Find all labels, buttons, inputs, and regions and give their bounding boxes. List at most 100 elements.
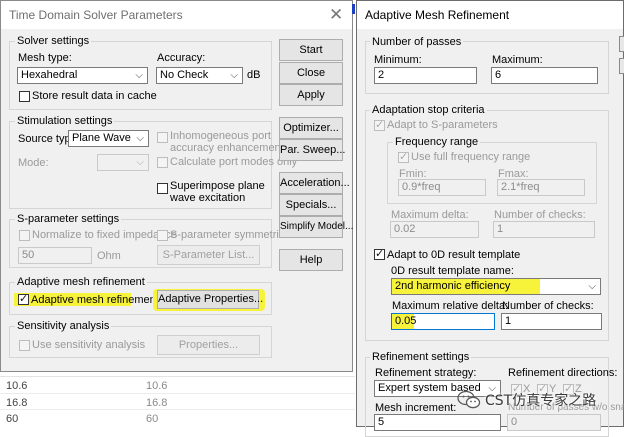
- max-passes-label: Maximum:: [492, 54, 543, 66]
- title-bar: Time Domain Solver Parameters ✕: [1, 1, 352, 29]
- dialog-title: Adaptive Mesh Refinement: [365, 8, 510, 22]
- directions-label: Refinement directions:: [508, 367, 618, 379]
- solver-settings-legend: Solver settings: [15, 35, 92, 47]
- table-divider: [0, 409, 355, 410]
- impedance-field[interactable]: 50: [18, 247, 92, 264]
- sparam-list-button[interactable]: S-Parameter List...: [157, 245, 260, 265]
- fmax-value: 2.1*freq: [501, 181, 540, 193]
- adaptive-properties-button[interactable]: Adaptive Properties...: [157, 290, 263, 309]
- store-result-label: Store result data in cache: [32, 90, 157, 102]
- inhomogeneous-port-label-line1: Inhomogeneous port: [170, 130, 271, 142]
- wechat-icon: [457, 390, 481, 409]
- source-type-value: Plane Wave: [72, 132, 131, 144]
- max-delta-field[interactable]: 0.02: [390, 221, 479, 238]
- normalize-impedance-checkbox[interactable]: [19, 230, 30, 241]
- snap-passes-field[interactable]: 0: [507, 414, 601, 431]
- inhomogeneous-port-label-line2: accuracy enhancement: [170, 142, 284, 154]
- superimpose-label: Superimpose plane wave excitation: [170, 180, 265, 204]
- num-checks-label: Number of checks:: [502, 300, 594, 312]
- max-delta-value: 0.02: [394, 223, 416, 235]
- db-unit-label: dB: [247, 69, 261, 81]
- increment-field[interactable]: 5: [374, 414, 501, 431]
- offscreen-button-edge[interactable]: [619, 58, 624, 74]
- superimpose-label-line2: wave excitation: [170, 192, 246, 204]
- title-bar: Adaptive Mesh Refinement: [357, 1, 623, 29]
- mesh-type-value: Hexahedral: [21, 69, 78, 81]
- apply-button[interactable]: Apply: [279, 84, 343, 106]
- help-button[interactable]: Help: [279, 249, 343, 271]
- strategy-label: Refinement strategy:: [375, 367, 477, 379]
- chevron-down-icon: ⌵: [230, 70, 238, 81]
- mode-select[interactable]: ⌵: [97, 154, 149, 171]
- simplify-model-button[interactable]: Simplify Model...: [279, 216, 353, 238]
- sensitivity-checkbox[interactable]: [19, 340, 30, 351]
- snap-passes-value: 0: [511, 416, 518, 428]
- mesh-type-label: Mesh type:: [18, 52, 72, 64]
- time-domain-solver-dialog: Time Domain Solver Parameters ✕ Solver s…: [0, 0, 353, 372]
- num-checks-disabled-field[interactable]: 1: [493, 221, 595, 238]
- min-passes-value: 2: [378, 69, 385, 81]
- increment-value: 5: [378, 416, 385, 428]
- adapt-0d-checkbox[interactable]: [374, 247, 385, 260]
- increment-label: Mesh increment:: [375, 402, 457, 414]
- optimizer-button[interactable]: Optimizer...: [279, 117, 343, 139]
- max-passes-field[interactable]: 6: [491, 67, 598, 84]
- fmin-value: 0.9*freq: [402, 181, 441, 193]
- sparam-settings-legend: S-parameter settings: [15, 213, 122, 225]
- close-button[interactable]: Close: [279, 62, 343, 84]
- num-checks-field[interactable]: 1: [501, 313, 602, 330]
- chevron-down-icon: ⌵: [136, 133, 144, 144]
- template-name-label: 0D result template name:: [391, 265, 514, 277]
- watermark: CST仿真专家之路: [457, 388, 622, 412]
- mesh-type-select[interactable]: Hexahedral ⌵: [17, 67, 148, 84]
- sparam-symmetries-checkbox[interactable]: [157, 230, 168, 241]
- adapt-sparams-label: Adapt to S-parameters: [387, 119, 498, 131]
- superimpose-checkbox[interactable]: [157, 183, 168, 194]
- full-range-label: Use full frequency range: [411, 151, 531, 163]
- table-cell: 16.8: [146, 397, 168, 409]
- superimpose-label-line1: Superimpose plane: [170, 180, 265, 192]
- num-checks-disabled-label: Number of checks:: [494, 209, 586, 221]
- source-type-select[interactable]: Plane Wave ⌵: [68, 130, 149, 147]
- table-cell: 16.8: [6, 397, 28, 409]
- inhomogeneous-port-checkbox[interactable]: [157, 132, 168, 143]
- sensitivity-properties-button[interactable]: Properties...: [157, 335, 260, 355]
- max-passes-value: 6: [495, 69, 502, 81]
- calc-port-modes-checkbox[interactable]: [157, 157, 168, 168]
- table-cell: 10.6: [146, 380, 168, 392]
- chevron-down-icon: ⌵: [136, 157, 144, 168]
- num-checks-disabled-value: 1: [497, 223, 504, 235]
- close-icon[interactable]: ✕: [329, 5, 343, 25]
- accuracy-label: Accuracy:: [157, 52, 206, 64]
- passes-legend: Number of passes: [370, 36, 464, 48]
- dialog-title: Time Domain Solver Parameters: [9, 8, 183, 22]
- num-checks-value: 1: [505, 315, 512, 327]
- stop-criteria-legend: Adaptation stop criteria: [370, 104, 487, 116]
- amr-checkbox[interactable]: [18, 292, 29, 305]
- inhomogeneous-port-label: Inhomogeneous port accuracy enhancement: [170, 130, 284, 154]
- max-delta-label: Maximum delta:: [391, 209, 469, 221]
- acceleration-button[interactable]: Acceleration...: [279, 172, 350, 194]
- accuracy-select[interactable]: No Check ⌵: [156, 67, 243, 84]
- refinement-legend: Refinement settings: [370, 351, 472, 363]
- fmin-field[interactable]: 0.9*freq: [398, 179, 486, 196]
- adapt-sparams-checkbox[interactable]: [374, 118, 385, 131]
- full-range-checkbox[interactable]: [398, 150, 409, 163]
- template-name-select[interactable]: 2nd harmonic efficiency ⌵: [391, 278, 601, 295]
- start-button[interactable]: Start: [279, 39, 343, 61]
- amr-checkbox-label: Adaptive mesh refinement: [31, 294, 159, 306]
- impedance-value: 50: [22, 249, 35, 261]
- specials-button[interactable]: Specials...: [279, 194, 343, 216]
- min-passes-field[interactable]: 2: [374, 67, 477, 84]
- par-sweep-button[interactable]: Par. Sweep...: [279, 139, 345, 161]
- amr-legend: Adaptive mesh refinement: [15, 276, 147, 288]
- max-rel-delta-field[interactable]: 0.05: [391, 313, 495, 330]
- chevron-down-icon: ⌵: [135, 70, 143, 81]
- stimulation-settings-legend: Stimulation settings: [15, 115, 115, 127]
- table-divider: [0, 393, 355, 394]
- fmax-field[interactable]: 2.1*freq: [497, 179, 585, 196]
- store-result-checkbox[interactable]: [19, 91, 30, 102]
- table-cell: 60: [146, 413, 159, 425]
- offscreen-button-edge[interactable]: [619, 36, 624, 52]
- template-name-value: 2nd harmonic efficiency: [395, 280, 511, 292]
